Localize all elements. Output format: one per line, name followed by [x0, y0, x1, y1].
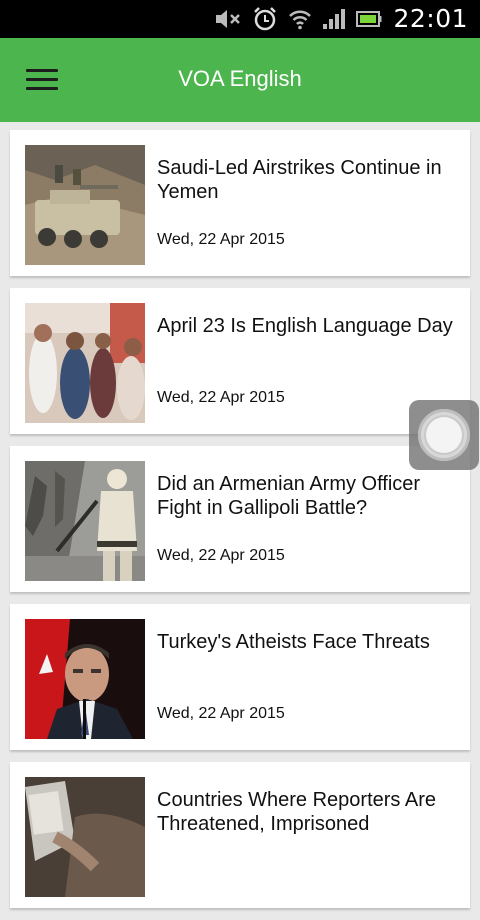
app-bar: VOA English — [0, 38, 480, 122]
article-headline: Countries Where Reporters Are Threatened… — [157, 789, 437, 835]
article-thumbnail — [25, 619, 145, 739]
battery-icon — [356, 11, 382, 27]
article-card[interactable]: April 23 Is English Language Day Wed, 22… — [10, 288, 470, 434]
article-date: Wed, 22 Apr 2015 — [157, 231, 285, 248]
mute-icon — [216, 10, 240, 28]
article-list: Saudi-Led Airstrikes Continue in Yemen W… — [10, 130, 470, 920]
app-title: VOA English — [178, 66, 302, 91]
article-headline: Saudi-Led Airstrikes Continue in Yemen — [157, 157, 442, 203]
status-bar: 22:01 — [0, 0, 480, 38]
assistive-touch-inner-ring — [426, 417, 462, 453]
status-clock: 22:01 — [393, 4, 468, 33]
article-thumbnail — [25, 461, 145, 581]
article-headline: April 23 Is English Language Day — [157, 315, 453, 337]
signal-icon — [323, 9, 345, 29]
article-thumbnail — [25, 145, 145, 265]
status-icons — [214, 6, 382, 32]
article-date: Wed, 22 Apr 2015 — [157, 547, 285, 564]
wifi-icon — [289, 10, 311, 30]
article-date: Wed, 22 Apr 2015 — [157, 389, 285, 406]
article-date: Wed, 22 Apr 2015 — [157, 705, 285, 722]
article-headline: Did an Armenian Army Officer Fight in Ga… — [157, 473, 421, 519]
article-thumbnail — [25, 777, 145, 897]
alarm-icon — [254, 7, 276, 31]
article-card[interactable]: Saudi-Led Airstrikes Continue in Yemen W… — [10, 130, 470, 276]
article-card[interactable]: Countries Where Reporters Are Threatened… — [10, 762, 470, 908]
article-thumbnail — [25, 303, 145, 423]
article-card[interactable]: Turkey's Atheists Face Threats Wed, 22 A… — [10, 604, 470, 750]
article-card[interactable]: Did an Armenian Army Officer Fight in Ga… — [10, 446, 470, 592]
article-headline: Turkey's Atheists Face Threats — [157, 631, 430, 653]
assistive-touch-icon[interactable] — [409, 400, 479, 470]
